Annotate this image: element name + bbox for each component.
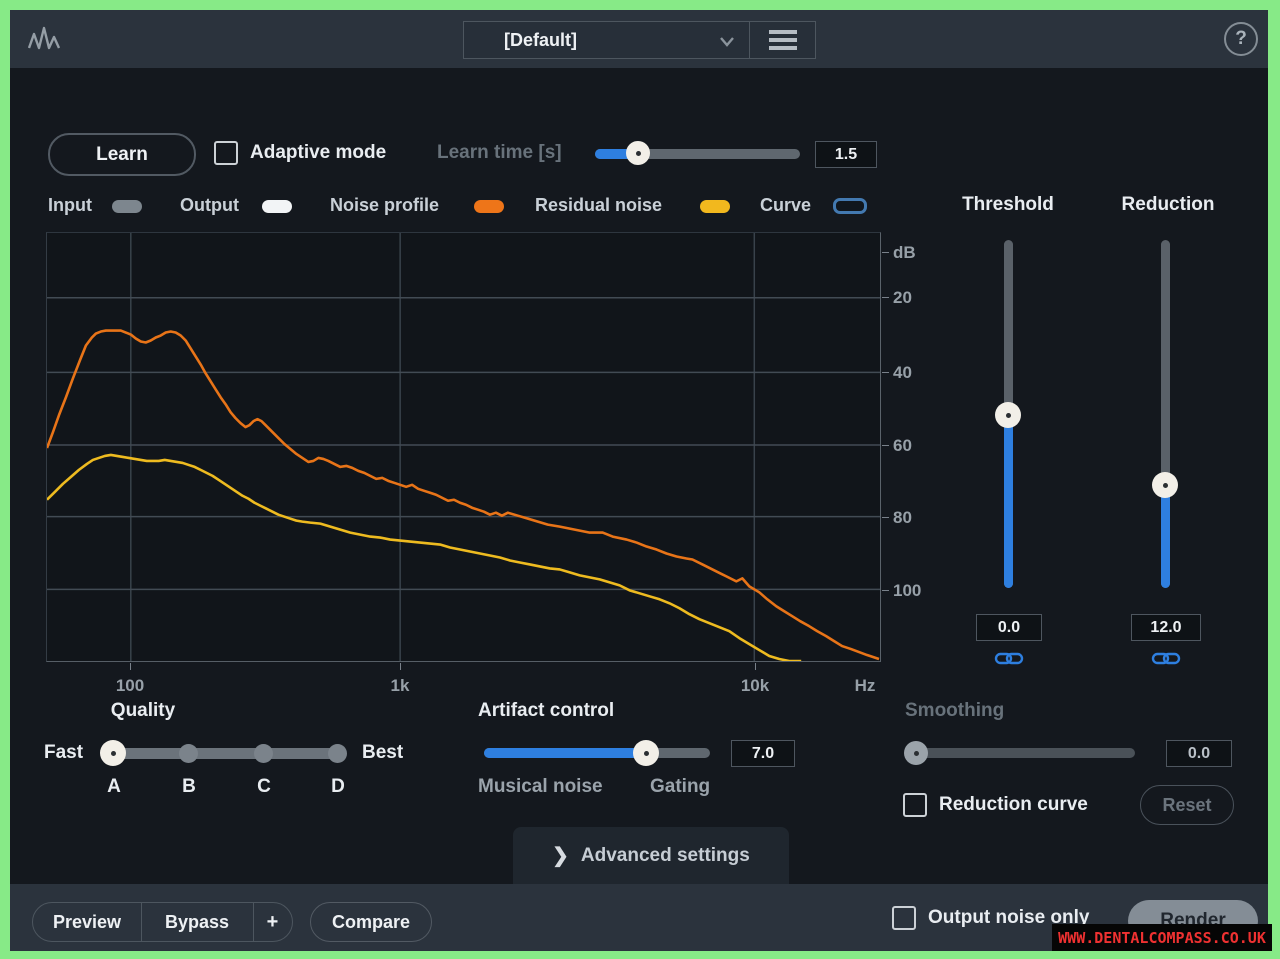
threshold-label: Threshold <box>962 194 1054 215</box>
artifact-control-value[interactable]: 7.0 <box>731 740 795 767</box>
legend-curve-label: Curve <box>760 195 812 215</box>
smoothing-label: Smoothing <box>905 700 1005 721</box>
db-tick-80: 80 <box>893 508 912 527</box>
header-bar: [Default] ? <box>0 0 1280 68</box>
help-button[interactable]: ? <box>1224 22 1258 56</box>
spectrum-graph[interactable] <box>46 232 881 662</box>
db-tick-100: 100 <box>893 581 922 600</box>
reduction-curve-label: Reduction curve <box>939 794 1088 815</box>
learn-time-value[interactable]: 1.5 <box>815 141 877 168</box>
quality-step-b: B <box>182 776 196 797</box>
quality-step-a: A <box>107 776 121 797</box>
hamburger-icon <box>768 30 797 50</box>
bypass-plus-button[interactable]: + <box>253 903 292 941</box>
smoothing-knob[interactable] <box>904 741 928 765</box>
preset-name: [Default] <box>504 29 577 50</box>
artifact-musical-noise-label: Musical noise <box>478 776 603 797</box>
frame-left <box>0 0 10 959</box>
reduction-label: Reduction <box>1121 194 1215 215</box>
compare-button[interactable]: Compare <box>310 902 432 942</box>
quality-knob[interactable] <box>100 740 126 766</box>
quality-step-d: D <box>331 776 345 797</box>
bypass-plus-label: + <box>266 910 279 933</box>
frame-bottom <box>0 951 1280 959</box>
preset-menu-button[interactable] <box>750 21 816 59</box>
threshold-knob[interactable] <box>995 402 1021 428</box>
db-tick-40: 40 <box>893 363 912 382</box>
freq-tick-10k: 10k <box>740 676 770 695</box>
artifact-control-label: Artifact control <box>478 700 615 721</box>
preview-button[interactable]: Preview <box>33 903 141 941</box>
bypass-button-label: Bypass <box>164 911 230 932</box>
quality-best-label: Best <box>362 742 404 763</box>
learn-time-label: Learn time [s] <box>437 142 562 163</box>
legend-noise-profile-label: Noise profile <box>330 195 440 215</box>
quality-detent-c[interactable] <box>254 744 273 763</box>
preview-button-label: Preview <box>52 911 122 932</box>
app-logo-icon <box>28 26 61 50</box>
quality-label: Quality <box>110 700 176 721</box>
reset-button[interactable]: Reset <box>1140 785 1234 825</box>
bypass-button[interactable]: Bypass <box>141 903 253 941</box>
quality-step-c: C <box>257 776 271 797</box>
chevron-down-icon <box>720 37 734 47</box>
legend-output-swatch <box>262 200 292 213</box>
threshold-value[interactable]: 0.0 <box>976 614 1042 641</box>
legend-output-label: Output <box>180 195 239 215</box>
db-axis-unit: dB <box>893 243 916 262</box>
quality-fast-label: Fast <box>44 742 84 763</box>
legend-residual-noise-label: Residual noise <box>535 195 663 215</box>
legend-input-label: Input <box>48 195 92 215</box>
legend-curve-swatch <box>833 198 867 214</box>
quality-detent-b[interactable] <box>179 744 198 763</box>
watermark: WWW.DENTALCOMPASS.CO.UK <box>1052 924 1272 951</box>
plugin-window: [Default] ? Learn Adaptive mode Learn ti… <box>0 0 1280 959</box>
freq-tick-1k: 1k <box>390 676 410 695</box>
artifact-control-knob[interactable] <box>633 740 659 766</box>
freq-axis-unit: Hz <box>854 676 876 695</box>
learn-button-label: Learn <box>96 143 148 165</box>
compare-button-label: Compare <box>331 911 411 932</box>
reduction-link-icon[interactable] <box>1151 651 1181 666</box>
threshold-link-icon[interactable] <box>994 651 1024 666</box>
artifact-gating-label: Gating <box>650 776 711 797</box>
adaptive-mode-label: Adaptive mode <box>250 142 387 163</box>
reset-button-label: Reset <box>1162 794 1212 815</box>
reduction-knob[interactable] <box>1152 472 1178 498</box>
learn-button[interactable]: Learn <box>48 133 196 176</box>
learn-time-knob[interactable] <box>626 141 650 165</box>
chevron-right-icon: ❯ <box>552 845 569 867</box>
db-tick-60: 60 <box>893 436 912 455</box>
spectrum-curves <box>47 233 880 661</box>
reduction-value[interactable]: 12.0 <box>1131 614 1201 641</box>
output-noise-only-checkbox[interactable] <box>892 906 916 930</box>
db-tick-20: 20 <box>893 288 912 307</box>
reduction-curve-checkbox[interactable] <box>903 793 927 817</box>
quality-detent-d[interactable] <box>328 744 347 763</box>
advanced-settings-label: Advanced settings <box>580 844 750 866</box>
legend-input-swatch <box>112 200 142 213</box>
freq-tick-100: 100 <box>115 676 145 695</box>
help-icon: ? <box>1235 28 1247 49</box>
preset-selector[interactable]: [Default] <box>463 21 750 59</box>
advanced-settings-toggle[interactable]: ❯ Advanced settings <box>513 827 789 884</box>
monitor-button-group: Preview Bypass + <box>32 902 293 942</box>
smoothing-value[interactable]: 0.0 <box>1166 740 1232 767</box>
adaptive-mode-checkbox[interactable] <box>214 141 238 165</box>
frame-top <box>0 0 1280 10</box>
legend-residual-noise-swatch <box>700 200 730 213</box>
legend-noise-profile-swatch <box>474 200 504 213</box>
frame-right <box>1268 0 1280 959</box>
watermark-text: WWW.DENTALCOMPASS.CO.UK <box>1058 928 1266 947</box>
